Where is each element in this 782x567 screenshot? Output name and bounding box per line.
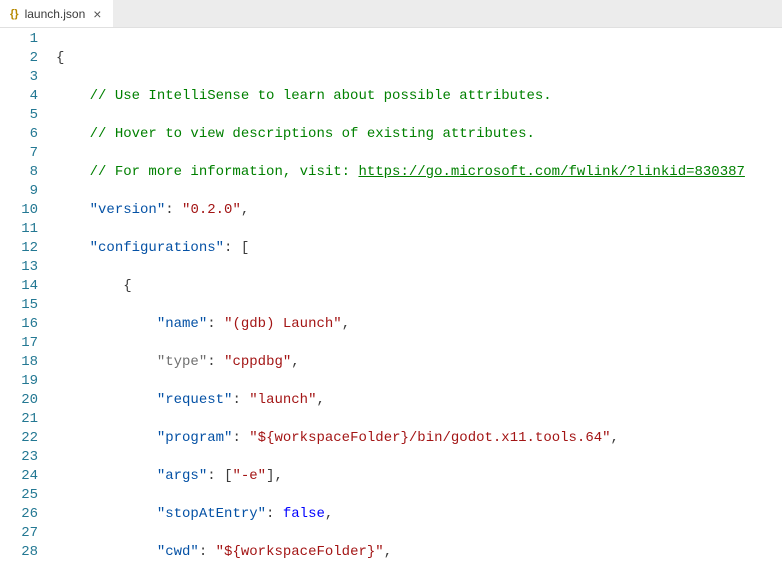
line-number: 1 — [0, 30, 38, 49]
comment: // For more information, visit: — [90, 164, 359, 180]
tab-launch-json[interactable]: {} launch.json × — [0, 0, 113, 27]
line-number: 22 — [0, 429, 38, 448]
json-string: "${workspaceFolder}" — [216, 544, 384, 560]
line-number: 7 — [0, 144, 38, 163]
line-number: 5 — [0, 106, 38, 125]
json-key: "name" — [157, 316, 207, 332]
comment: // Hover to view descriptions of existin… — [90, 126, 535, 142]
json-key: "args" — [157, 468, 207, 484]
json-string: "0.2.0" — [182, 202, 241, 218]
line-number: 2 — [0, 49, 38, 68]
json-bool: false — [283, 506, 325, 522]
line-number: 12 — [0, 239, 38, 258]
json-key: "type" — [157, 354, 207, 370]
json-key: "version" — [90, 202, 166, 218]
comment: // Use IntelliSense to learn about possi… — [90, 88, 552, 104]
line-number: 18 — [0, 353, 38, 372]
line-number: 26 — [0, 505, 38, 524]
line-number: 8 — [0, 163, 38, 182]
close-icon[interactable]: × — [91, 7, 103, 21]
tab-title: launch.json — [25, 7, 86, 21]
line-number: 13 — [0, 258, 38, 277]
line-number: 14 — [0, 277, 38, 296]
code-content[interactable]: { // Use IntelliSense to learn about pos… — [56, 28, 745, 567]
editor-area[interactable]: 1 2 3 4 5 6 7 8 9 10 11 12 13 14 15 16 1… — [0, 28, 782, 567]
line-number: 10 — [0, 201, 38, 220]
brace-open: { — [56, 50, 64, 66]
line-number: 23 — [0, 448, 38, 467]
json-file-icon: {} — [10, 8, 19, 20]
json-key: "stopAtEntry" — [157, 506, 266, 522]
doc-link[interactable]: https://go.microsoft.com/fwlink/?linkid=… — [358, 164, 744, 180]
json-string: "${workspaceFolder}/bin/godot.x11.tools.… — [249, 430, 610, 446]
line-number: 20 — [0, 391, 38, 410]
line-number: 27 — [0, 524, 38, 543]
line-number: 15 — [0, 296, 38, 315]
json-key: "cwd" — [157, 544, 199, 560]
line-number: 6 — [0, 125, 38, 144]
line-number: 9 — [0, 182, 38, 201]
line-number: 16 — [0, 315, 38, 334]
json-string: "launch" — [249, 392, 316, 408]
line-number: 25 — [0, 486, 38, 505]
line-number: 4 — [0, 87, 38, 106]
line-number: 19 — [0, 372, 38, 391]
json-string: "cppdbg" — [224, 354, 291, 370]
line-number: 21 — [0, 410, 38, 429]
json-string: "(gdb) Launch" — [224, 316, 342, 332]
tab-bar: {} launch.json × — [0, 0, 782, 28]
json-key: "configurations" — [90, 240, 224, 256]
json-key: "program" — [157, 430, 233, 446]
line-number: 11 — [0, 220, 38, 239]
line-number: 24 — [0, 467, 38, 486]
line-number-gutter: 1 2 3 4 5 6 7 8 9 10 11 12 13 14 15 16 1… — [0, 28, 56, 567]
json-key: "request" — [157, 392, 233, 408]
line-number: 17 — [0, 334, 38, 353]
line-number: 3 — [0, 68, 38, 87]
line-number: 28 — [0, 543, 38, 562]
json-string: "-e" — [232, 468, 266, 484]
